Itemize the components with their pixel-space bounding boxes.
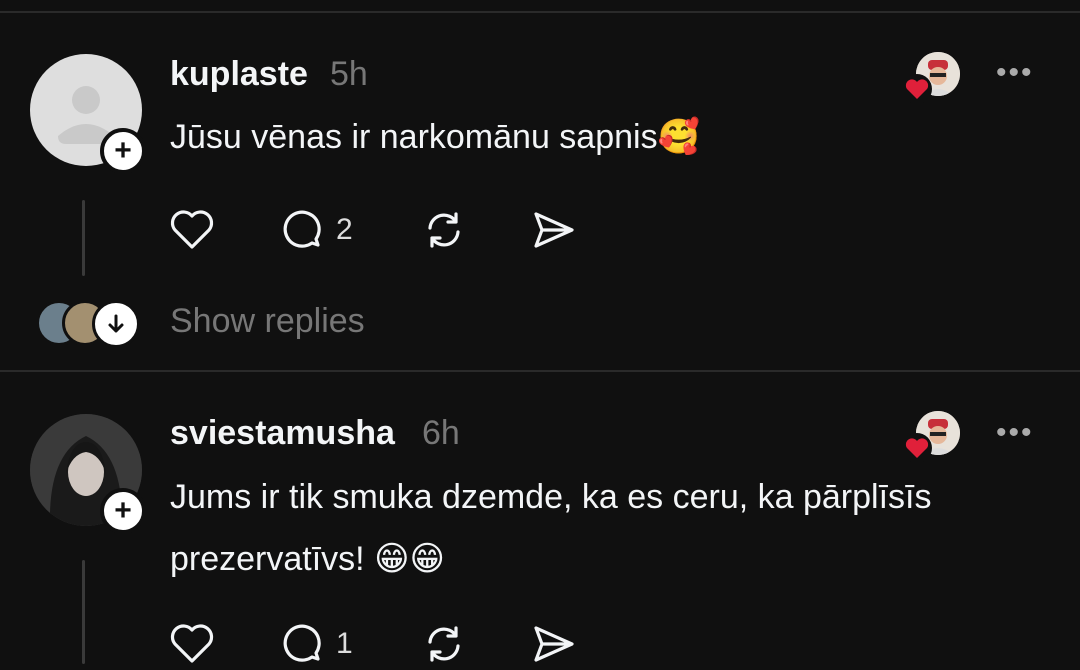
more-icon[interactable]: ••• [996, 416, 1034, 450]
post-time: 6h [422, 414, 460, 452]
follow-plus-icon[interactable]: + [100, 128, 146, 174]
comment-icon [283, 624, 321, 662]
send-icon [534, 212, 574, 248]
like-button[interactable] [168, 620, 216, 666]
post-text: Jums ir tik smuka dzemde, ka es ceru, ka… [170, 478, 932, 578]
more-icon[interactable]: ••• [996, 56, 1034, 90]
send-icon [534, 626, 574, 662]
thread-line [82, 200, 85, 276]
show-replies-link[interactable]: Show replies [170, 302, 365, 341]
show-replies-row[interactable]: Show replies [36, 300, 536, 348]
post-text: Jūsu vēnas ir narkomānu sapnis🥰 [170, 118, 700, 156]
reply-count: 2 [336, 213, 353, 246]
share-button[interactable] [530, 620, 578, 668]
avatar-wrap[interactable]: + [30, 54, 146, 174]
heart-icon [170, 210, 214, 249]
post-time: 5h [330, 55, 368, 93]
comment-icon [283, 210, 321, 248]
like-button[interactable] [168, 206, 216, 252]
thread-line [82, 560, 85, 664]
repost-icon [428, 212, 460, 248]
follow-plus-icon[interactable]: + [100, 488, 146, 534]
username[interactable]: sviestamusha [170, 414, 395, 453]
top-divider [0, 0, 1080, 13]
avatar-wrap[interactable]: + [30, 414, 146, 534]
comment-button[interactable]: 2 [280, 206, 353, 254]
comment-button[interactable]: 1 [280, 620, 353, 668]
share-button[interactable] [530, 206, 578, 254]
repost-icon [428, 626, 460, 662]
repost-button[interactable] [420, 620, 468, 668]
arrow-down-icon [92, 300, 140, 348]
heart-badge-icon [902, 433, 932, 463]
reply-count: 1 [336, 627, 353, 660]
heart-badge-icon [902, 74, 932, 104]
post-divider [0, 370, 1080, 372]
repost-button[interactable] [420, 206, 468, 254]
username[interactable]: kuplaste [170, 55, 308, 94]
heart-icon [170, 624, 214, 663]
